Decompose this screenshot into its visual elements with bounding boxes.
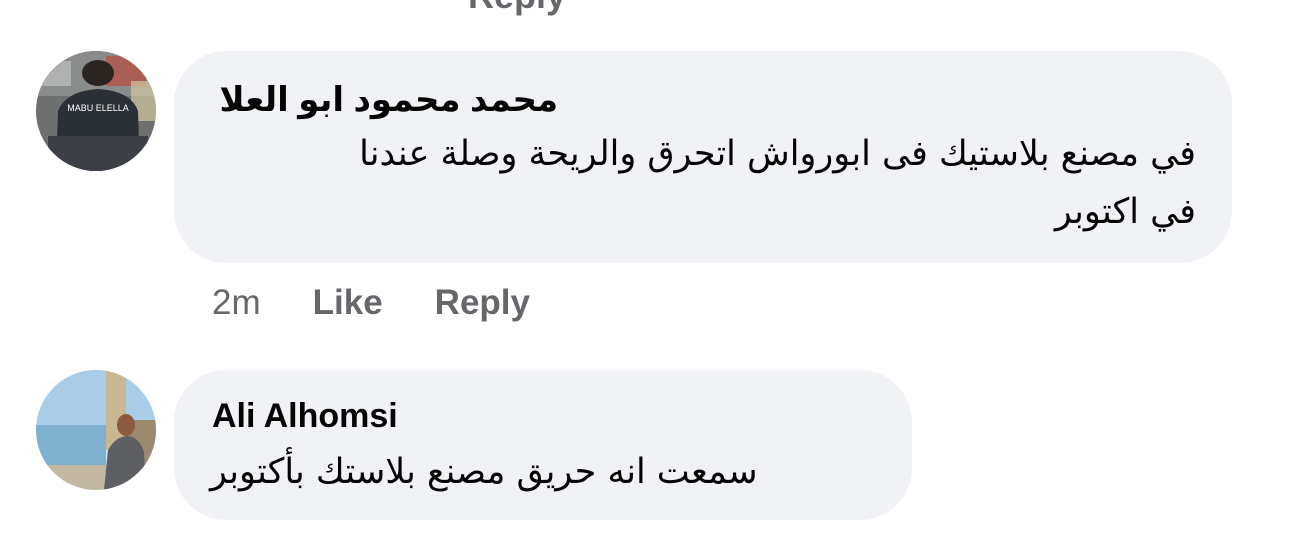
avatar[interactable] — [36, 370, 156, 490]
comment-item: MABU ELELLA محمد محمود ابو العلا في مصنع… — [0, 0, 1290, 340]
comment-text-line: في اكتوبر — [1054, 192, 1196, 232]
avatar[interactable]: MABU ELELLA — [36, 51, 156, 171]
comment-bubble: Ali Alhomsi سمعت انه حريق مصنع بلاستك بأ… — [174, 370, 912, 520]
avatar-shirt-text: MABU ELELLA — [67, 103, 129, 113]
comment-text-line: سمعت انه حريق مصنع بلاستك بأكتوبر — [210, 452, 758, 492]
comment-text: في مصنع بلاستيك فى ابورواش اتحرق والريحة… — [196, 125, 1196, 241]
comment-timestamp[interactable]: 2m — [212, 283, 261, 323]
comment-item: Ali Alhomsi سمعت انه حريق مصنع بلاستك بأ… — [0, 340, 1290, 541]
comment-text-line: في مصنع بلاستيك فى ابورواش اتحرق والريحة… — [359, 134, 1196, 174]
comment-bubble: محمد محمود ابو العلا في مصنع بلاستيك فى … — [174, 51, 1232, 263]
comment-author[interactable]: محمد محمود ابو العلا — [219, 80, 558, 120]
comment-actions: 2m Like Reply — [212, 283, 530, 323]
comment-text: سمعت انه حريق مصنع بلاستك بأكتوبر — [210, 443, 874, 501]
like-button[interactable]: Like — [313, 283, 383, 323]
comment-author[interactable]: Ali Alhomsi — [212, 396, 398, 436]
reply-button[interactable]: Reply — [435, 283, 530, 323]
